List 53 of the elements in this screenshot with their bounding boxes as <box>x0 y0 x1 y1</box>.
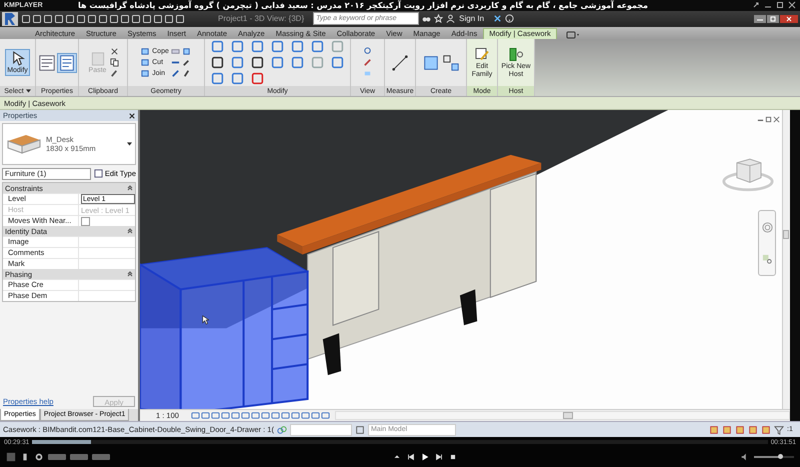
collapse-icon[interactable] <box>127 185 133 192</box>
caret-icon <box>127 142 132 146</box>
sign-in-button[interactable]: Sign In <box>458 14 490 24</box>
collapse-icon[interactable] <box>127 228 133 234</box>
selection-option-icon[interactable] <box>748 424 758 435</box>
document-title: Project1 - 3D View: {3D} <box>218 14 304 24</box>
edit-type-icon <box>94 169 103 178</box>
collapse-icon[interactable] <box>127 271 133 278</box>
selection-option-icon[interactable] <box>709 424 719 435</box>
type-properties-icon[interactable] <box>38 54 56 72</box>
properties-icon[interactable] <box>58 54 76 72</box>
user-icon[interactable] <box>446 14 456 24</box>
design-options-icon[interactable] <box>354 424 365 435</box>
selection-option-icon[interactable] <box>722 424 732 435</box>
scroll-thumb[interactable] <box>783 230 789 240</box>
next-icon[interactable] <box>434 452 444 462</box>
filter-icon[interactable] <box>774 424 784 435</box>
scroll-thumb[interactable] <box>562 412 572 420</box>
scissors-icon[interactable] <box>110 47 120 56</box>
play-icon[interactable] <box>420 452 430 462</box>
seek-bar-fill[interactable] <box>32 440 92 444</box>
3d-mode-icon[interactable] <box>6 452 16 462</box>
dimension-icon[interactable] <box>391 54 409 72</box>
minimize-icon[interactable] <box>754 14 766 23</box>
toggle-pill-icon[interactable] <box>70 454 88 460</box>
star-icon[interactable] <box>434 14 444 24</box>
caret-icon[interactable] <box>26 89 31 94</box>
worksets-icon[interactable] <box>276 424 287 435</box>
restore-icon[interactable] <box>765 116 772 124</box>
selection-option-icon[interactable] <box>761 424 771 435</box>
cursor-icon <box>10 50 24 66</box>
restore-icon[interactable] <box>767 14 779 23</box>
panel-toggle-icon[interactable] <box>566 30 580 39</box>
similar-icon[interactable] <box>442 54 460 72</box>
cursor-icon <box>202 315 209 326</box>
pencil-icon <box>475 46 489 62</box>
clipboard-icon <box>90 50 104 66</box>
navigation-bar[interactable] <box>758 210 776 276</box>
steering-wheel-icon[interactable] <box>762 222 772 233</box>
app-logo-icon[interactable] <box>2 12 18 26</box>
host-icon <box>509 46 523 62</box>
previous-icon[interactable] <box>406 452 416 462</box>
maximize-icon[interactable] <box>776 1 784 10</box>
toggle-pill-icon[interactable] <box>48 454 66 460</box>
zoom-icon[interactable] <box>762 254 772 265</box>
settings-icon[interactable] <box>34 452 44 462</box>
desk-thumbnail-icon <box>6 132 42 156</box>
video-title: مجموعه آموزشی جامع ، گام به گام و کاربردی نرم افزار رویت آرکیتکچر ۲۰۱۶ مدرس : سعید فدایی ( تیچرمن ) گروه آموزشی پادشاه گرافیست ها <box>77 0 649 10</box>
volume-slider-thumb[interactable] <box>778 454 783 460</box>
checkbox[interactable] <box>81 216 90 226</box>
toggle-pill-icon[interactable] <box>92 454 110 460</box>
help-icon[interactable] <box>505 14 514 24</box>
selection-option-icon[interactable] <box>735 424 745 435</box>
